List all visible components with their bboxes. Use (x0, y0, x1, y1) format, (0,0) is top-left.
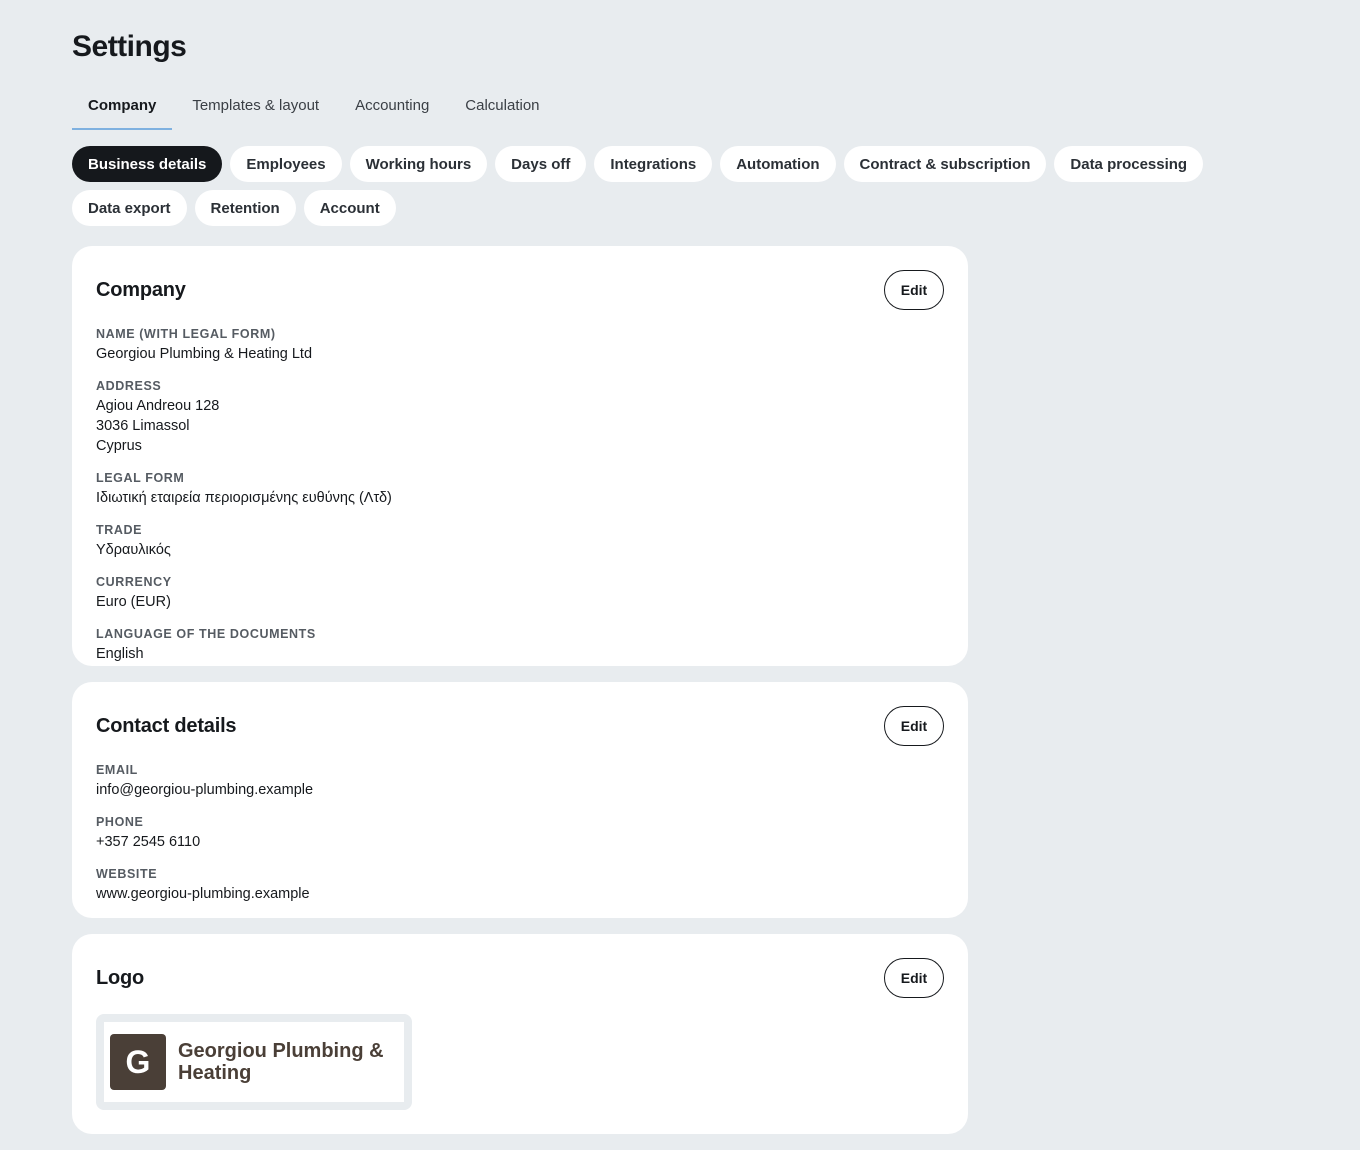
field-website: WEBSITE www.georgiou-plumbing.example (96, 866, 944, 904)
chip-working-hours[interactable]: Working hours (349, 146, 488, 182)
tab-company[interactable]: Company (72, 86, 173, 130)
chip-retention[interactable]: Retention (194, 190, 296, 226)
field-label: NAME (WITH LEGAL FORM) (96, 327, 276, 341)
tab-accounting[interactable]: Accounting (339, 86, 445, 130)
settings-tabs: Company Templates & layout Accounting Ca… (72, 86, 560, 130)
field-label: LANGUAGE OF THE DOCUMENTS (96, 627, 316, 641)
logo-mark-icon: G (110, 1034, 166, 1090)
field-currency: CURRENCY Euro (EUR) (96, 574, 944, 612)
field-value: Georgiou Plumbing & Heating Ltd (96, 346, 313, 362)
page-title: Settings (72, 30, 187, 63)
chip-business-details[interactable]: Business details (72, 146, 223, 182)
field-value: Ιδιωτική εταιρεία περιορισμένης ευθύνης … (96, 490, 392, 506)
field-label: PHONE (96, 815, 144, 829)
field-trade: TRADE Υδραυλικός (96, 522, 944, 560)
field-value: English (96, 646, 144, 662)
contact-edit-button[interactable]: Edit (884, 706, 944, 746)
field-address: ADDRESS Agiou Andreou 128 3036 Limassol … (96, 378, 944, 456)
chip-days-off[interactable]: Days off (495, 146, 587, 182)
chip-data-processing[interactable]: Data processing (1054, 146, 1204, 182)
field-label: EMAIL (96, 763, 138, 777)
tab-calculation[interactable]: Calculation (449, 86, 555, 130)
field-value: +357 2545 6110 (96, 834, 201, 850)
chip-automation[interactable]: Automation (720, 146, 836, 182)
field-label: ADDRESS (96, 379, 162, 393)
logo-company-name: Georgiou Plumbing & Heating (178, 1040, 384, 1084)
chip-contract-subscription[interactable]: Contract & subscription (843, 146, 1047, 182)
logo-card-title: Logo (96, 966, 145, 989)
field-label: LEGAL FORM (96, 471, 185, 485)
address-line: 3036 Limassol (96, 418, 190, 434)
field-label: WEBSITE (96, 867, 158, 881)
logo-image: G Georgiou Plumbing & Heating (104, 1022, 404, 1102)
field-value: Euro (EUR) (96, 594, 171, 610)
field-language: LANGUAGE OF THE DOCUMENTS English (96, 626, 944, 664)
field-value: info@georgiou-plumbing.example (96, 782, 314, 798)
field-phone: PHONE +357 2545 6110 (96, 814, 944, 852)
logo-preview: G Georgiou Plumbing & Heating (96, 1014, 412, 1110)
field-legal-form: LEGAL FORM Ιδιωτική εταιρεία περιορισμέν… (96, 470, 944, 508)
field-label: TRADE (96, 523, 143, 537)
subnav-chips: Business details Employees Working hours… (72, 146, 1292, 226)
field-value: Υδραυλικός (96, 542, 171, 558)
contact-card-title: Contact details (96, 714, 237, 737)
chip-employees[interactable]: Employees (230, 146, 342, 182)
logo-edit-button[interactable]: Edit (884, 958, 944, 998)
contact-card: Contact details Edit EMAIL info@georgiou… (72, 682, 968, 918)
address-line: Agiou Andreou 128 (96, 398, 220, 414)
company-card-title: Company (96, 278, 186, 301)
field-label: CURRENCY (96, 575, 172, 589)
company-edit-button[interactable]: Edit (884, 270, 944, 310)
chip-account[interactable]: Account (303, 190, 396, 226)
field-email: EMAIL info@georgiou-plumbing.example (96, 762, 944, 800)
company-card: Company Edit NAME (WITH LEGAL FORM) Geor… (72, 246, 968, 666)
address-line: Cyprus (96, 438, 142, 454)
field-name: NAME (WITH LEGAL FORM) Georgiou Plumbing… (96, 326, 944, 364)
logo-card: Logo Edit G Georgiou Plumbing & Heating (72, 934, 968, 1134)
chip-data-export[interactable]: Data export (72, 190, 187, 226)
tab-templates-layout[interactable]: Templates & layout (176, 86, 335, 130)
chip-integrations[interactable]: Integrations (594, 146, 713, 182)
field-value: www.georgiou-plumbing.example (96, 886, 310, 902)
